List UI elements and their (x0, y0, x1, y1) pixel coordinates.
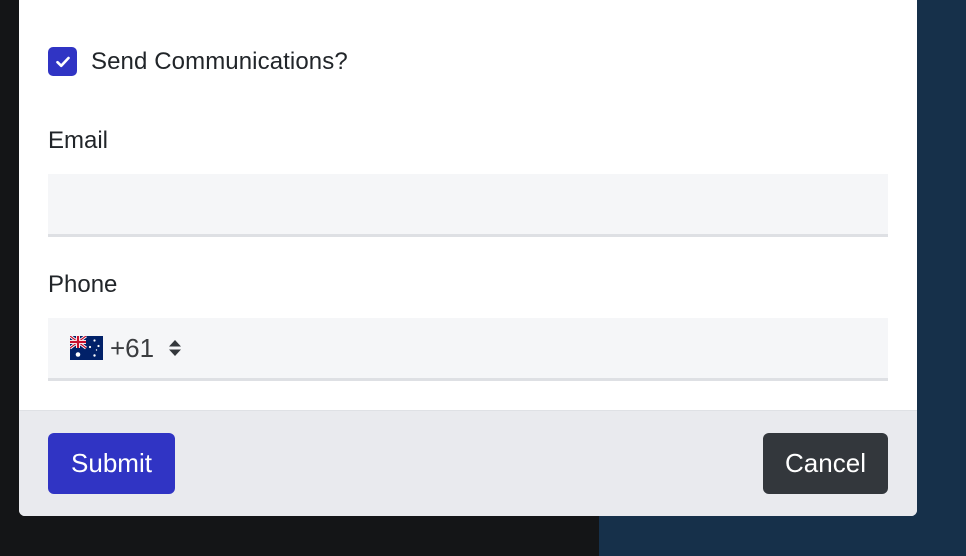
phone-label: Phone (48, 271, 118, 298)
submit-button[interactable]: Submit (48, 433, 175, 494)
email-label: Email (48, 127, 109, 154)
dial-code: +61 (110, 332, 155, 363)
send-communications-checkbox[interactable] (48, 47, 77, 76)
modal-footer: Submit Cancel (19, 410, 917, 516)
cancel-button[interactable]: Cancel (763, 433, 888, 494)
australia-flag-icon (70, 336, 103, 360)
send-communications-row[interactable]: Send Communications? (48, 47, 348, 76)
country-code-selector[interactable]: +61 (70, 318, 182, 378)
sort-arrows-icon[interactable] (168, 338, 182, 358)
check-icon (55, 56, 70, 67)
send-communications-label: Send Communications? (91, 47, 348, 75)
phone-field[interactable]: +61 (48, 318, 888, 381)
modal-dialog: Send Communications? Email Phone +61 Sub… (19, 0, 917, 516)
email-field[interactable] (48, 174, 888, 237)
